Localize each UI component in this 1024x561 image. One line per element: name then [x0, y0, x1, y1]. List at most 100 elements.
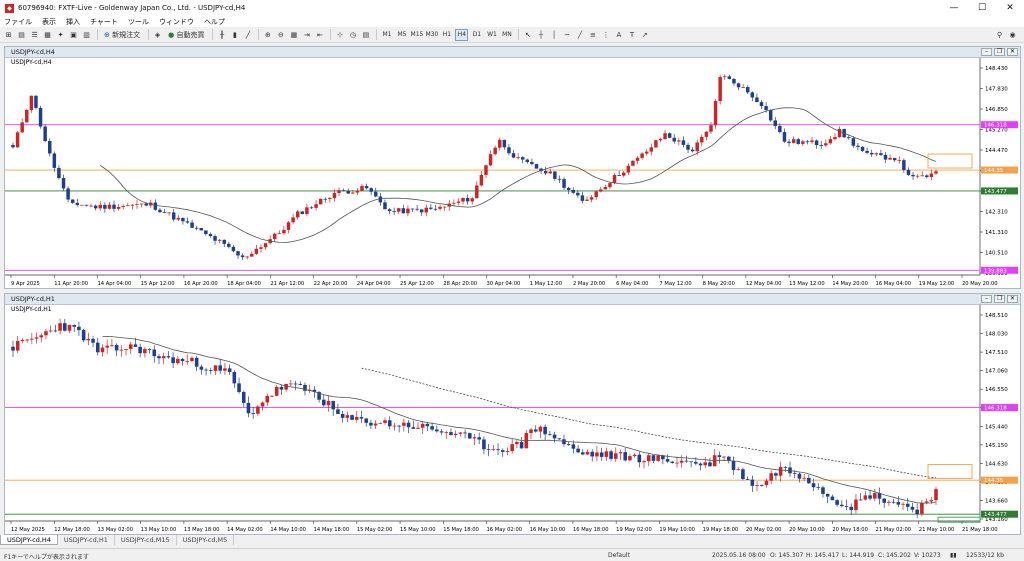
chart-shift-icon[interactable]: ⇤	[314, 29, 325, 41]
tf-d1-button[interactable]: D1	[470, 29, 483, 41]
candle-body	[130, 204, 135, 206]
vertical-line-icon[interactable]: │	[548, 29, 559, 41]
time-tick-label: 8 May 20:00	[703, 281, 735, 287]
magenta-line-price-label: 146.318	[984, 123, 1007, 129]
candle-body	[112, 204, 116, 209]
window-title: 60796940: FXTF-Live - Goldenway Japan Co…	[18, 4, 246, 12]
candle-body	[915, 509, 919, 514]
menu-insert[interactable]: 挿入	[66, 17, 80, 27]
candle-body	[373, 423, 378, 426]
navigator-icon[interactable]: ✦	[55, 29, 66, 41]
window-close-button[interactable]: ✕	[1007, 295, 1018, 303]
zoom-in-icon[interactable]: ⊕	[262, 29, 273, 41]
tf-m15-button[interactable]: M15	[410, 29, 424, 41]
bar-chart-icon[interactable]: ╫	[216, 29, 227, 41]
candle-body	[260, 402, 265, 407]
new-order-button[interactable]: ⊕ 新規注文	[101, 29, 143, 41]
trendline-icon[interactable]: ╱	[574, 29, 585, 41]
price-chart-h4[interactable]: USDJPY-cd,H4148.430147.830146.850145.270…	[5, 58, 1020, 288]
candle-body	[25, 110, 29, 123]
metaeditor-icon[interactable]: ◈	[152, 29, 163, 41]
menu-help[interactable]: ヘルプ	[204, 17, 225, 27]
tab-usdjpy-m5[interactable]: USDJPY-cd,M5	[177, 535, 235, 545]
candle-body	[263, 243, 268, 248]
auto-trade-button[interactable]: ● 自動売買	[165, 29, 207, 41]
menu-file[interactable]: ファイル	[4, 17, 32, 27]
window-close-button[interactable]: ✕	[1007, 48, 1018, 56]
label-icon[interactable]: T	[626, 29, 637, 41]
candlestick-icon[interactable]: ▮	[229, 29, 240, 41]
autoscroll-icon[interactable]: ⇥	[301, 29, 312, 41]
new-order-icon: ⊕	[104, 30, 110, 39]
crosshair-icon[interactable]: ┼	[535, 29, 546, 41]
cursor-icon[interactable]: ↖	[522, 29, 533, 41]
candle-body	[872, 493, 877, 499]
window-restore-button[interactable]: ❐	[994, 48, 1005, 56]
tf-m30-button[interactable]: M30	[425, 29, 439, 41]
tf-w1-button[interactable]: W1	[485, 29, 498, 41]
tab-usdjpy-h1[interactable]: USDJPY-cd,H1	[58, 535, 115, 545]
horizontal-line-icon[interactable]: ─	[561, 29, 572, 41]
window-minimize-button[interactable]: –	[981, 48, 992, 56]
channel-icon[interactable]: ≡	[587, 29, 598, 41]
tab-usdjpy-h4[interactable]: USDJPY-cd,H4	[0, 535, 58, 545]
search-icon[interactable]: ⚲	[994, 29, 1005, 41]
candle-body	[677, 140, 681, 142]
templates-icon[interactable]: ▤	[360, 29, 371, 41]
text-icon[interactable]: A	[613, 29, 624, 41]
candle-body	[66, 188, 70, 200]
candle-body	[571, 444, 576, 449]
candle	[654, 139, 658, 149]
periods-icon[interactable]: ◷	[347, 29, 358, 41]
zoom-out-icon[interactable]: ⊖	[275, 29, 286, 41]
data-window-icon[interactable]: ▦	[42, 29, 53, 41]
close-button[interactable]: ✕	[996, 0, 1024, 16]
strategy-tester-icon[interactable]: ▥	[81, 29, 92, 41]
candle-body	[644, 151, 649, 154]
time-tick-label: 21 May 02:00	[876, 527, 912, 533]
maximize-button[interactable]: ☐	[968, 0, 996, 16]
menu-tools[interactable]: ツール	[128, 17, 149, 27]
menu-chart[interactable]: チャート	[90, 17, 118, 27]
candle-body	[502, 139, 507, 148]
candle-body	[251, 413, 255, 415]
profiles-icon[interactable]: ▤	[16, 29, 27, 41]
arrow-icon[interactable]: ➚	[639, 29, 650, 41]
terminal-icon[interactable]: ▣	[68, 29, 79, 41]
menu-view[interactable]: 表示	[42, 17, 56, 27]
candle-body	[39, 335, 44, 338]
tf-h4-button[interactable]: H4	[455, 28, 469, 41]
tab-usdjpy-m15[interactable]: USDJPY-cd,M15	[115, 535, 177, 545]
window-minimize-button[interactable]: –	[981, 295, 992, 303]
tf-h1-button[interactable]: H1	[440, 29, 453, 41]
indicators-icon[interactable]: ⊹	[334, 29, 345, 41]
tf-m1-button[interactable]: M1	[380, 29, 393, 41]
time-tick-label: 13 May 12:00	[789, 281, 825, 287]
tf-m5-button[interactable]: M5	[395, 29, 408, 41]
menu-window[interactable]: ウィンドウ	[159, 17, 194, 27]
candle-body	[736, 83, 741, 88]
window-restore-button[interactable]: ❐	[994, 295, 1005, 303]
tf-mn-button[interactable]: MN	[500, 29, 513, 41]
candle-body	[107, 204, 112, 209]
new-chart-icon[interactable]: ⊞	[3, 29, 14, 41]
candle-body	[623, 452, 627, 461]
candle-body	[774, 473, 778, 476]
line-chart-icon[interactable]: ╱	[242, 29, 253, 41]
candle-body	[915, 175, 920, 177]
time-tick-label: 6 May 04:00	[616, 281, 648, 287]
candle-body	[350, 415, 354, 420]
candle	[25, 108, 29, 123]
candle-body	[621, 172, 626, 176]
community-icon[interactable]: ◉	[1007, 29, 1018, 41]
candle-body	[759, 485, 764, 486]
fibonacci-icon[interactable]: ⋮	[600, 29, 611, 41]
time-tick-label: 18 Apr 04:00	[227, 281, 261, 287]
candle	[43, 124, 47, 143]
price-chart-h1[interactable]: USDJPY-cd,H1 148.510 148.030 147.510 147.060…	[5, 305, 1020, 534]
market-watch-icon[interactable]: ☰	[29, 29, 40, 41]
candle-body	[52, 153, 57, 168]
candle-body	[618, 452, 623, 454]
minimize-button[interactable]: —	[940, 0, 968, 16]
tile-windows-icon[interactable]: ▦	[288, 29, 299, 41]
